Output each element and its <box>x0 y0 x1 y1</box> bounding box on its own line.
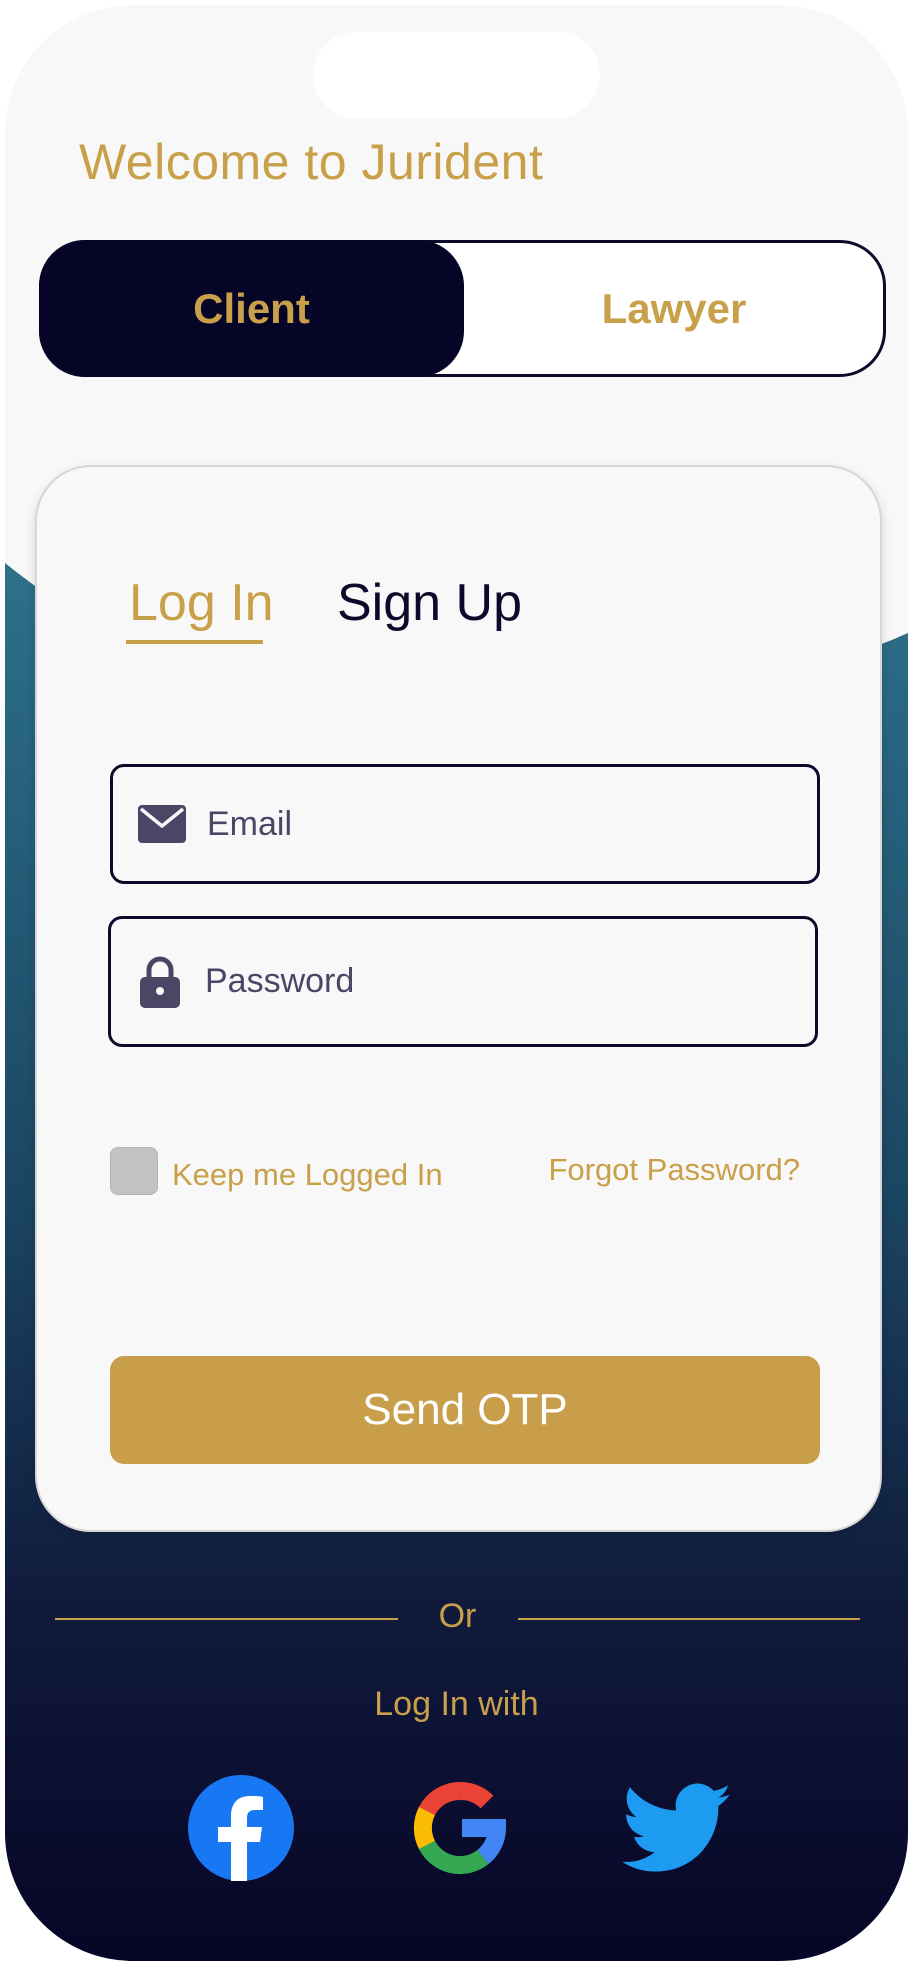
remember-checkbox[interactable] <box>110 1147 158 1195</box>
or-divider: Or <box>55 1597 860 1647</box>
phone-screen: Welcome to Jurident Client Lawyer Log In… <box>5 5 908 1961</box>
facebook-icon[interactable] <box>186 1773 296 1883</box>
role-client-button[interactable]: Client <box>39 240 464 377</box>
email-field[interactable]: Email <box>110 764 820 884</box>
send-otp-button[interactable]: Send OTP <box>110 1356 820 1464</box>
remember-me[interactable]: Keep me Logged In <box>110 1147 443 1195</box>
forgot-password-link[interactable]: Forgot Password? <box>548 1152 800 1188</box>
or-text: Or <box>438 1597 477 1635</box>
twitter-icon[interactable] <box>621 1773 733 1883</box>
social-login-title: Log In with <box>374 1685 539 1723</box>
role-lawyer-button[interactable]: Lawyer <box>464 243 884 374</box>
login-card: Log In Sign Up Email Password Keep me Lo… <box>35 465 882 1532</box>
lock-icon <box>135 956 185 1008</box>
divider-line-right <box>518 1618 860 1620</box>
email-placeholder: Email <box>207 804 293 843</box>
password-placeholder: Password <box>205 962 355 1000</box>
mail-icon <box>137 799 187 849</box>
role-switch: Client Lawyer <box>39 240 886 377</box>
password-field[interactable]: Password <box>108 916 818 1047</box>
tab-log-in[interactable]: Log In <box>129 573 274 633</box>
welcome-title: Welcome to Jurident <box>79 134 544 190</box>
remember-label: Keep me Logged In <box>172 1157 443 1192</box>
google-icon[interactable] <box>405 1773 515 1883</box>
active-tab-indicator <box>126 640 263 644</box>
dynamic-island <box>313 32 600 118</box>
tab-sign-up[interactable]: Sign Up <box>337 573 522 633</box>
